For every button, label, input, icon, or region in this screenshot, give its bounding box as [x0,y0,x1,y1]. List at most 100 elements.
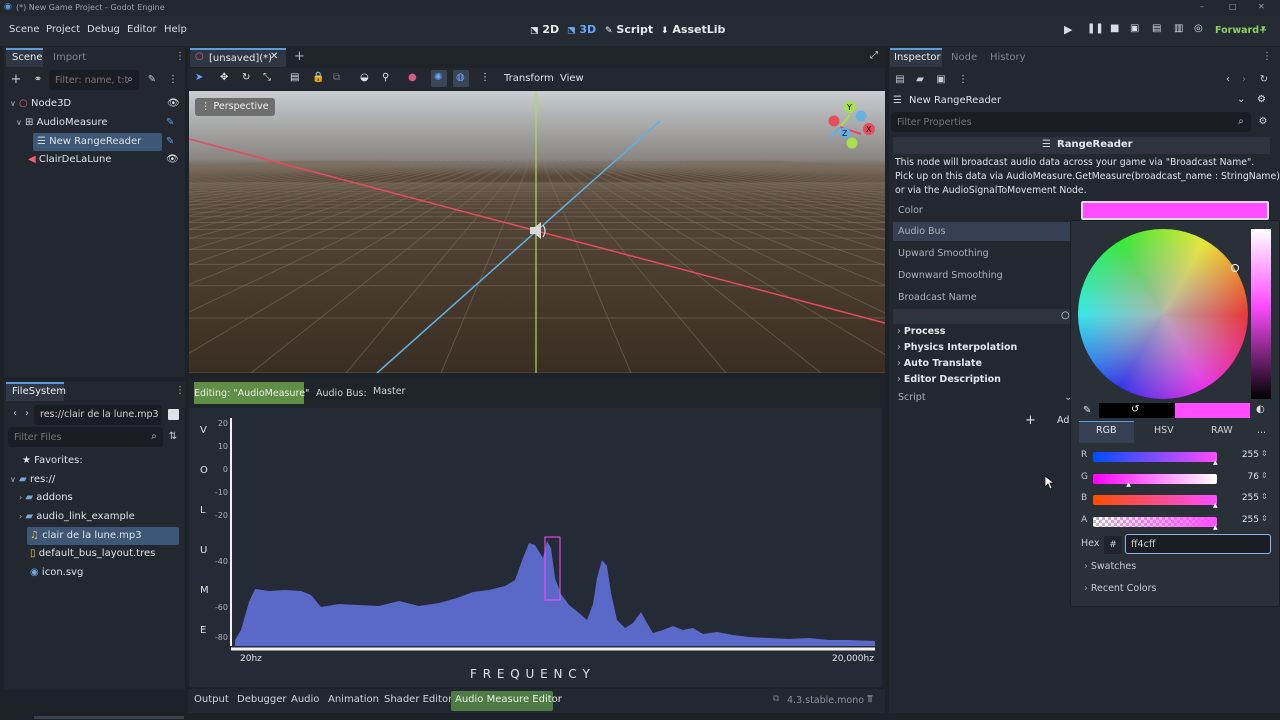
minimize-icon[interactable]: – [1200,2,1204,11]
green-slider-marker[interactable]: ▲ [1126,481,1131,488]
tab-scene[interactable]: Scene [12,52,43,63]
path-field[interactable]: res://clair de la lune.mp3 [34,405,162,425]
sort-icon[interactable]: ⇅ [167,431,179,443]
spin-arrows-icon[interactable]: ⇕ [1261,471,1268,480]
object-dropdown-icon[interactable]: ⌄ [1237,94,1245,105]
pin-panel-icon[interactable]: ⫪ [867,694,873,705]
hex-hash-button[interactable]: # [1104,536,1122,554]
save-icon[interactable]: ▣ [935,74,947,86]
distraction-free-icon[interactable]: ⤢ [870,50,878,61]
inspector-menu-icon[interactable]: ⋮ [957,74,969,86]
tab-audio-measure-editor[interactable]: Audio Measure Editor [455,694,562,705]
folder-addons-row[interactable]: › ▰ addons [19,489,73,507]
mode-raw-tab[interactable]: RAW [1211,425,1233,436]
open-folder-icon[interactable]: ▰ [914,74,926,86]
recent-colors-section[interactable]: › Recent Colors [1084,583,1156,594]
tab-import[interactable]: Import [53,52,86,63]
hex-input[interactable] [1125,534,1271,554]
stop-icon[interactable]: ■ [1110,23,1119,34]
alpha-slider-row[interactable]: A ▲ 255 ⇕ [1081,514,1271,531]
tab-debugger[interactable]: Debugger [237,694,287,705]
green-slider-row[interactable]: G ▲ 76 ⇕ [1081,471,1271,488]
tab-animation[interactable]: Animation [328,694,379,705]
transform-menu[interactable]: Transform [504,73,554,84]
add-node-icon[interactable]: + [10,73,22,86]
tab-node[interactable]: Node [951,52,977,63]
script-icon[interactable]: ✎ [166,133,174,151]
snap-icon[interactable]: ◒ [360,72,369,83]
color-property-swatch[interactable] [1081,201,1269,220]
history-forward-icon[interactable]: › [1238,74,1250,86]
menu-editor[interactable]: Editor [127,24,157,35]
node-tools-icon[interactable]: ⚙ [1257,94,1266,105]
environment-preview-icon[interactable]: ◍ [456,72,465,83]
tab-filesystem[interactable]: FileSystem [12,386,66,397]
tree-node-audiomeasure[interactable]: ∨ ⊞ AudioMeasure ✎ [16,114,180,132]
hue-wheel[interactable] [1078,229,1248,399]
spin-arrows-icon[interactable]: ⇕ [1261,514,1268,523]
move-tool-icon[interactable]: ✥ [220,72,228,83]
workspace-script-button[interactable]: ✎ Script [605,23,653,36]
view-menu[interactable]: View [560,73,584,84]
split-mode-icon[interactable] [168,409,179,420]
add-tab-button[interactable]: + [294,49,305,64]
link-icon[interactable]: ⚭ [32,74,44,86]
play-icon[interactable]: ▶ [1064,23,1072,36]
history-back-icon[interactable]: ‹ [1222,74,1234,86]
picker-shape-icon[interactable]: ◐ [1256,404,1265,415]
maximize-icon[interactable]: □ [1229,2,1237,11]
green-slider[interactable] [1093,474,1217,484]
res-root-row[interactable]: ∨ ▰ res:// [10,471,55,489]
movie-maker-icon[interactable]: ◎ [1194,23,1203,34]
blue-slider-marker[interactable]: ▲ [1213,502,1218,509]
workspace-2d-button[interactable]: ⬔ 2D [530,23,559,36]
alpha-value[interactable]: 255 [1231,515,1259,525]
green-value[interactable]: 76 [1231,472,1259,482]
play-scene-icon[interactable]: ▤ [1152,23,1161,34]
red-value[interactable]: 255 [1231,450,1259,460]
wheel-handle[interactable] [1231,264,1239,272]
list-select-icon[interactable]: ▤ [290,72,299,83]
add-metadata-label[interactable]: Ad [1057,415,1069,426]
object-name[interactable]: New RangeReader [909,95,1001,106]
reset-color-icon[interactable]: ↺ [1131,404,1139,415]
red-slider[interactable] [1093,452,1217,462]
scale-tool-icon[interactable]: ⤡ [263,72,271,83]
visibility-eye-icon[interactable]: 👁 [167,95,180,113]
menu-help[interactable]: Help [164,24,187,35]
more-options-icon[interactable]: ⋮ [480,72,490,83]
menu-project[interactable]: Project [46,24,80,35]
forward-icon[interactable]: › [21,408,33,420]
value-slider[interactable] [1251,229,1271,399]
spin-arrows-icon[interactable]: ⇕ [1261,492,1268,501]
close-window-icon[interactable]: ✕ [1258,2,1265,11]
red-slider-row[interactable]: R ▲ 255 ⇕ [1081,449,1271,466]
menu-scene[interactable]: Scene [9,24,40,35]
lock-icon[interactable]: 🔒 [312,72,324,83]
close-tab-icon[interactable]: ✕ [270,51,278,62]
3d-viewport[interactable]: Y X Z ⋮ Perspective [189,91,885,373]
alpha-slider-marker[interactable]: ▲ [1213,524,1218,531]
remote-debug-icon[interactable]: ▣ [1130,23,1139,34]
blue-value[interactable]: 255 [1231,493,1259,503]
blue-slider[interactable] [1093,495,1217,505]
blue-slider-row[interactable]: B ▲ 255 ⇕ [1081,492,1271,509]
audio-bus-select[interactable]: Master [373,386,405,397]
camera-override-icon[interactable]: ● [408,72,417,83]
tab-inspector[interactable]: Inspector [894,52,941,63]
hscroll[interactable] [34,716,184,719]
tab-shader-editor[interactable]: Shader Editor [384,694,452,705]
file-bus-layout-row[interactable]: ▯ default_bus_layout.tres [30,545,155,563]
add-metadata-icon[interactable]: + [1025,413,1036,428]
tab-audio[interactable]: Audio [291,694,319,705]
group-icon[interactable]: ⧉ [333,72,340,83]
tab-output[interactable]: Output [194,694,229,705]
menu-debug[interactable]: Debug [87,24,120,35]
tree-node-node3d[interactable]: ∨ ○ Node3D 👁 [10,95,180,113]
picker-more-button[interactable]: ... [1257,425,1266,436]
script-icon[interactable]: ✎ [166,114,174,132]
dock-menu-icon[interactable]: ⋮ [175,51,185,62]
workspace-assetlib-button[interactable]: ⬇ AssetLib [661,23,725,36]
tab-history[interactable]: History [990,52,1026,63]
renderer-select[interactable]: Forward+ [1215,25,1267,36]
